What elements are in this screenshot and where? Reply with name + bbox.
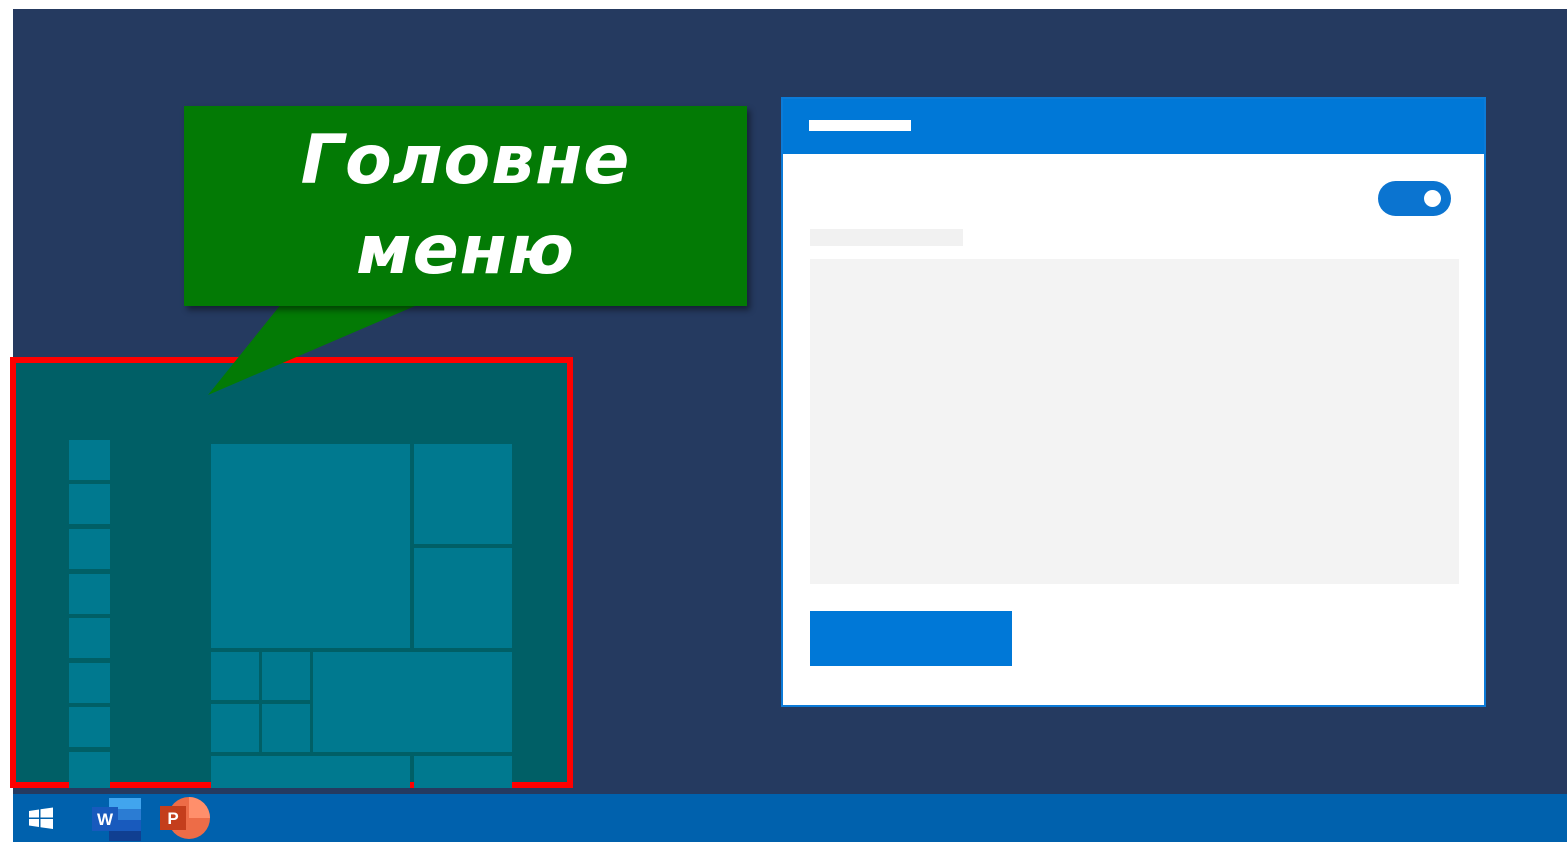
app-window (781, 97, 1486, 707)
windows-start-icon[interactable] (27, 794, 57, 842)
start-menu-tile-wide[interactable] (313, 652, 512, 752)
start-menu-list-tile[interactable] (69, 484, 110, 524)
svg-text:W: W (97, 810, 114, 829)
start-menu-list-tile[interactable] (69, 752, 110, 788)
start-menu-list-tile[interactable] (69, 529, 110, 569)
window-titlebar[interactable] (783, 99, 1484, 154)
start-menu-tile-wide[interactable] (211, 756, 410, 788)
start-menu-list-tile[interactable] (69, 618, 110, 658)
callout-text: Головне меню (300, 121, 631, 290)
start-menu (10, 357, 573, 788)
window-title-placeholder (809, 120, 911, 131)
start-menu-list-tile[interactable] (69, 663, 110, 703)
start-menu-tile-small[interactable] (262, 704, 310, 752)
start-menu-list-tile[interactable] (69, 574, 110, 614)
start-menu-tile-large[interactable] (211, 444, 410, 648)
start-menu-tile-small[interactable] (211, 704, 259, 752)
content-area (810, 259, 1459, 584)
toggle-switch[interactable] (1378, 181, 1451, 216)
start-menu-tile-small[interactable] (262, 652, 310, 700)
toggle-knob (1424, 190, 1441, 207)
start-menu-tile[interactable] (414, 756, 512, 788)
primary-button[interactable] (810, 611, 1012, 666)
start-menu-tile-small[interactable] (211, 652, 259, 700)
start-menu-list-tile[interactable] (69, 707, 110, 747)
start-menu-tile[interactable] (414, 548, 512, 648)
callout-label: Головне меню (184, 106, 747, 306)
start-menu-tile[interactable] (414, 444, 512, 544)
powerpoint-icon[interactable]: P (155, 794, 215, 842)
taskbar: W P (13, 794, 1567, 842)
word-icon[interactable]: W (89, 794, 145, 842)
label-placeholder (810, 229, 963, 246)
svg-text:P: P (167, 809, 178, 828)
start-menu-list-tile[interactable] (69, 440, 110, 480)
